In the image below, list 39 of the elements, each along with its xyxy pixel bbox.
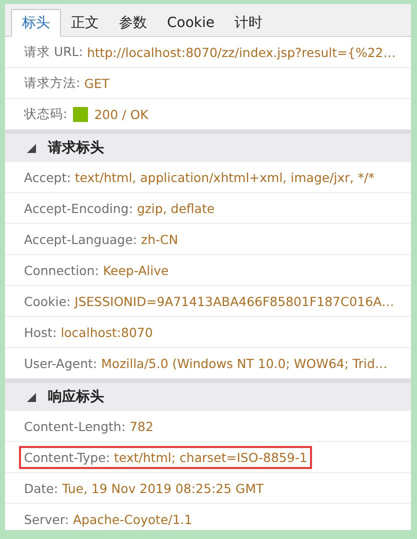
header-value: GET [84, 76, 110, 90]
tab[interactable]: 正文 [61, 9, 109, 37]
header-name: Date: [24, 480, 58, 496]
expanded-triangle-icon [27, 144, 36, 152]
header-value: Apache-Coyote/1.1 [72, 512, 192, 526]
header-name: Accept-Encoding: [24, 200, 133, 216]
header-value: 200 / OK [94, 106, 148, 122]
expanded-triangle-icon [27, 392, 36, 402]
tab[interactable]: 参数 [109, 9, 157, 37]
header-value: JSESSIONID=9A71413ABA466F85801F187C016A… [74, 294, 394, 308]
header-name: Accept: [24, 170, 71, 184]
header-name: 请求 URL: [24, 44, 83, 60]
header-value: 782 [130, 418, 154, 434]
header-name: User-Agent: [24, 356, 98, 370]
header-name: Accept-Language: [24, 232, 138, 246]
header-value: text/html; charset=ISO-8859-1 [114, 450, 308, 464]
header-name: Content-Type: [24, 450, 110, 464]
section-header[interactable]: 请求标头 [5, 130, 411, 162]
header-value: localhost:8070 [60, 324, 153, 340]
header-name: Content-Length: [24, 418, 126, 434]
tab[interactable]: Cookie [157, 9, 225, 37]
header-value: Mozilla/5.0 (Windows NT 10.0; WOW64; Trid… [101, 356, 388, 370]
section-title: 请求标头 [48, 139, 104, 157]
header-name: Cookie: [24, 294, 71, 308]
header-value: text/html, application/xhtml+xml, image/jxr, */* [74, 170, 374, 184]
header-value: gzip, deflate [136, 200, 215, 216]
section-title: 响应标头 [48, 388, 104, 406]
section-header[interactable]: 响应标头 [5, 379, 411, 411]
tab[interactable]: 标头 [11, 9, 61, 37]
header-name: Host: [24, 324, 57, 340]
header-name: 状态码: [24, 106, 68, 122]
header-value: Keep-Alive [102, 262, 169, 278]
header-value: Tue, 19 Nov 2019 08:25:25 GMT [62, 480, 264, 496]
tab[interactable]: 计时 [224, 9, 273, 37]
header-value: http://localhost:8070/zz/index.jsp?result={%22… [86, 44, 396, 60]
header-name: Server: [24, 512, 69, 526]
header-name: 请求方法: [24, 74, 80, 92]
header-name: Connection: [24, 262, 99, 278]
header-value: zh-CN [141, 232, 178, 246]
